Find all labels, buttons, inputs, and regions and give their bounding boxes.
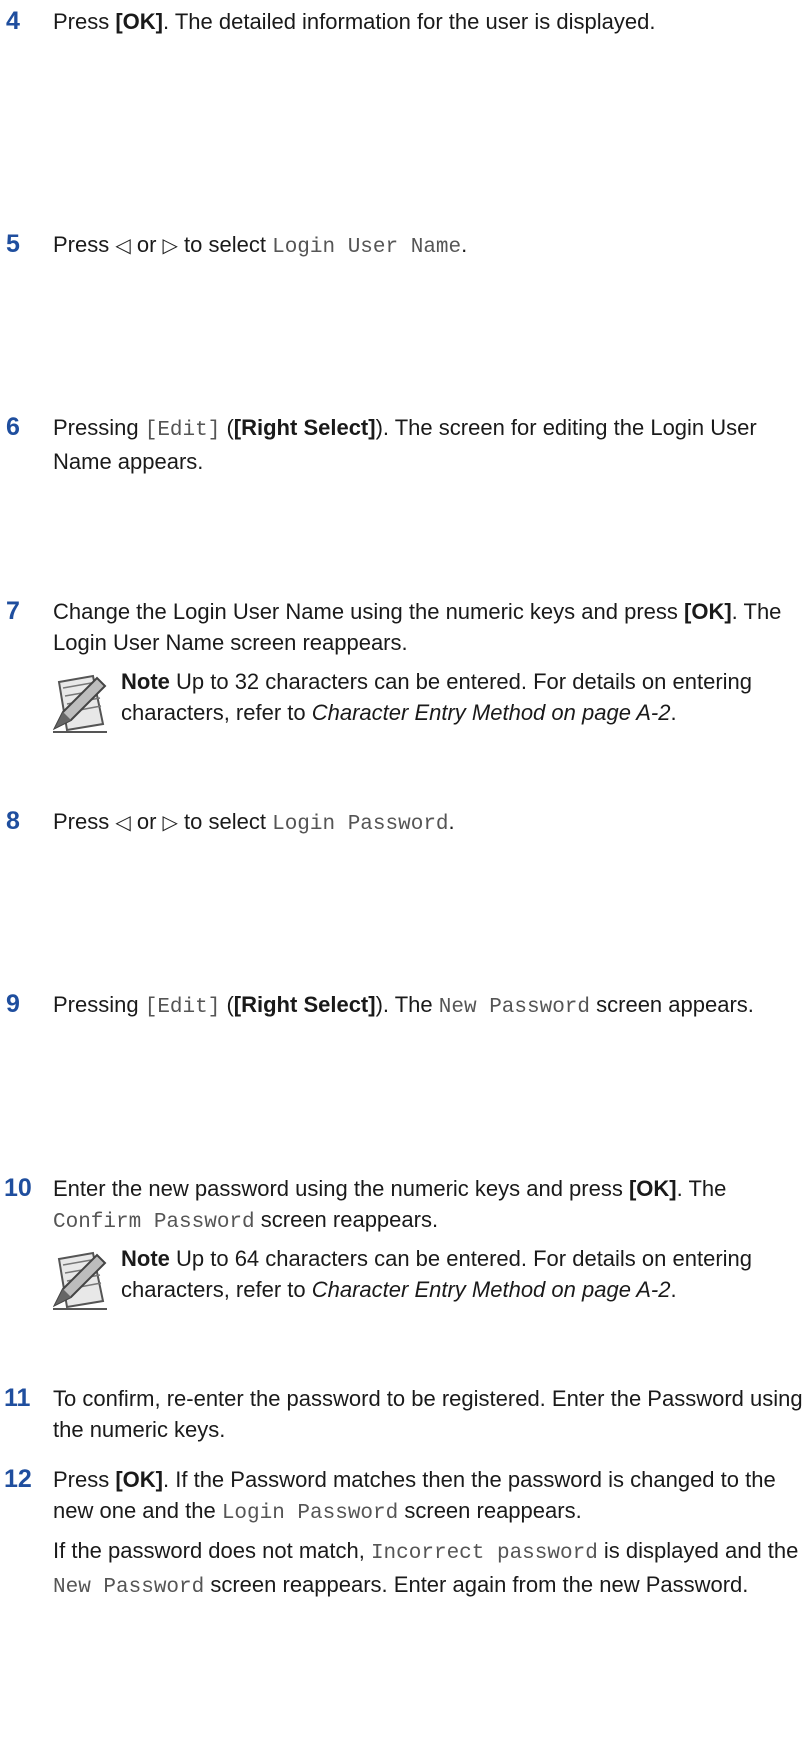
step-text: Press [OK]. The detailed information for… <box>53 9 656 34</box>
step-text: If the password does not match, Incorrec… <box>53 1538 799 1599</box>
step-text: Press ◁ or ▷ to select Login User Name. <box>53 232 468 259</box>
step-text: Pressing [Edit] ([Right Select]). The sc… <box>53 415 757 474</box>
step-number: 4 <box>6 7 20 35</box>
step-number: 10 <box>4 1174 32 1202</box>
step-text: Press ◁ or ▷ to select Login Password. <box>53 809 455 836</box>
step-number: 9 <box>6 990 20 1018</box>
note-pad-pencil-icon <box>53 674 107 733</box>
step-text: Change the Login User Name using the num… <box>53 599 782 655</box>
step-text: Pressing [Edit] ([Right Select]). The Ne… <box>53 992 754 1019</box>
right-arrow-icon: ▷ <box>162 812 178 834</box>
step-number: 7 <box>6 597 20 625</box>
right-arrow-icon: ▷ <box>162 235 178 257</box>
step-text: Enter the new password using the numeric… <box>53 1176 727 1234</box>
left-arrow-icon: ◁ <box>115 812 131 834</box>
step-number: 6 <box>6 413 20 441</box>
step-number: 8 <box>6 807 20 835</box>
note-text: Note Up to 64 characters can be entered.… <box>121 1246 753 1302</box>
step-text: Press [OK]. If the Password matches then… <box>53 1467 776 1525</box>
step-number: 11 <box>4 1384 31 1412</box>
note-text: Note Up to 32 characters can be entered.… <box>121 669 753 725</box>
step-number: 5 <box>6 230 20 258</box>
note-pad-pencil-icon <box>53 1251 107 1310</box>
left-arrow-icon: ◁ <box>115 235 131 257</box>
step-text: To confirm, re-enter the password to be … <box>53 1386 803 1442</box>
step-number: 12 <box>4 1465 32 1493</box>
